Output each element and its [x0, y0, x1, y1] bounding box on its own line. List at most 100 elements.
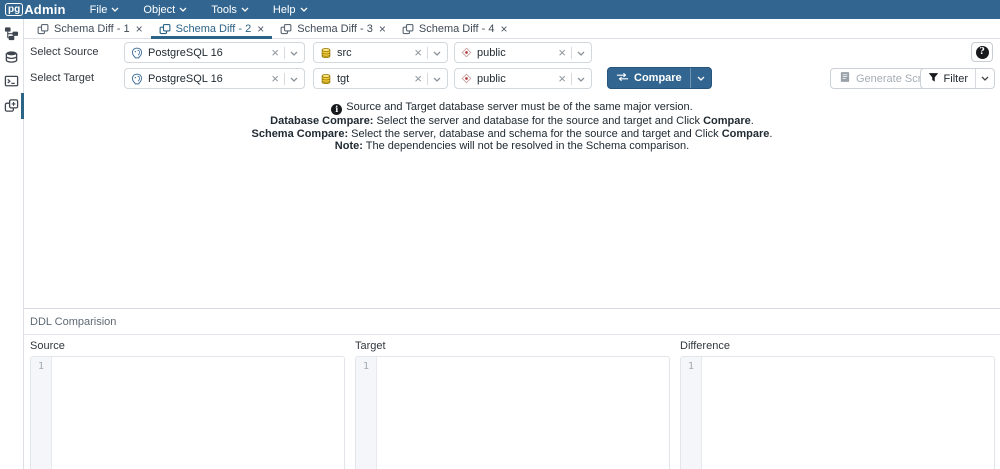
script-icon — [839, 71, 851, 86]
clear-icon[interactable]: × — [558, 46, 566, 59]
database-icon — [320, 47, 332, 59]
pgadmin-logo-pg: pg — [5, 3, 23, 16]
target-schema-select[interactable]: public × — [454, 68, 592, 89]
schema-diff-help-text: iSource and Target database server must … — [24, 101, 1000, 153]
chevron-down-icon[interactable] — [577, 73, 585, 85]
filter-button[interactable]: Filter — [920, 68, 995, 89]
schema-diff-tabbar: Schema Diff - 1 × Schema Diff - 2 × Sche… — [24, 19, 1000, 39]
schema-diff-tab-icon — [280, 23, 292, 35]
tab-schema-diff-1[interactable]: Schema Diff - 1 × — [29, 19, 151, 38]
info-line-3-end: . — [769, 128, 772, 140]
target-database-value: tgt — [337, 73, 409, 85]
divider — [284, 47, 285, 59]
clear-icon[interactable]: × — [414, 72, 422, 85]
ddl-comparison-section: DDL Comparision Source 1 Target 1 — [24, 308, 1000, 469]
info-line-3-bold2: Compare — [722, 128, 770, 140]
menu-object[interactable]: Object — [143, 4, 187, 16]
menu-help[interactable]: Help — [273, 4, 308, 16]
source-server-value: PostgreSQL 16 — [148, 47, 266, 59]
ddl-difference-editor-body[interactable] — [702, 357, 994, 469]
close-icon[interactable]: × — [136, 23, 143, 35]
divider — [284, 73, 285, 85]
chevron-down-icon[interactable] — [691, 76, 711, 81]
ddl-target-editor-body[interactable] — [377, 357, 669, 469]
schema-diff-tab-icon — [159, 23, 171, 35]
source-schema-value: public — [477, 47, 553, 59]
source-schema-select[interactable]: public × — [454, 42, 592, 63]
postgresql-server-icon — [131, 73, 143, 85]
menu-tools[interactable]: Tools — [211, 4, 249, 16]
database-icon — [320, 73, 332, 85]
menu-help-label: Help — [273, 4, 296, 16]
compare-icon — [616, 72, 629, 85]
chevron-down-icon[interactable] — [290, 73, 298, 85]
tab-schema-diff-4[interactable]: Schema Diff - 4 × — [394, 19, 516, 38]
schema-diff-tab-icon — [402, 23, 414, 35]
close-icon[interactable]: × — [257, 23, 264, 35]
divider — [571, 47, 572, 59]
chevron-down-icon[interactable] — [290, 47, 298, 59]
tab-label: Schema Diff - 2 — [176, 23, 252, 35]
menu-object-label: Object — [143, 4, 175, 16]
query-tool-icon[interactable] — [4, 50, 19, 65]
chevron-down-icon — [111, 7, 119, 12]
tab-schema-diff-2[interactable]: Schema Diff - 2 × — [151, 19, 273, 38]
chevron-down-icon[interactable] — [433, 47, 441, 59]
chevron-down-icon[interactable] — [433, 73, 441, 85]
ddl-difference-editor[interactable]: 1 — [680, 356, 995, 469]
clear-icon[interactable]: × — [558, 72, 566, 85]
schema-icon — [461, 47, 472, 58]
chevron-down-icon[interactable] — [976, 76, 994, 81]
menu-file[interactable]: File — [90, 4, 120, 16]
line-number-gutter: 1 — [356, 357, 377, 469]
info-line-2: Database Compare: Select the server and … — [24, 115, 1000, 128]
ddl-source-editor[interactable]: 1 — [30, 356, 345, 469]
source-database-select[interactable]: src × — [313, 42, 448, 63]
ddl-difference-label: Difference — [680, 340, 995, 352]
ddl-source-label: Source — [30, 340, 345, 352]
psql-tool-icon[interactable] — [4, 74, 19, 89]
chevron-down-icon — [179, 7, 187, 12]
info-line-2-bold2: Compare — [703, 115, 751, 127]
close-icon[interactable]: × — [379, 23, 386, 35]
divider — [571, 73, 572, 85]
tab-schema-diff-3[interactable]: Schema Diff - 3 × — [272, 19, 394, 38]
clear-icon[interactable]: × — [271, 72, 279, 85]
object-explorer-icon[interactable] — [4, 26, 19, 41]
line-number-gutter: 1 — [31, 357, 52, 469]
select-source-label: Select Source — [30, 42, 98, 63]
chevron-down-icon — [241, 7, 249, 12]
menu-file-label: File — [90, 4, 108, 16]
filter-button-label: Filter — [944, 73, 968, 85]
select-target-label: Select Target — [30, 68, 94, 89]
app-header: pg Admin File Object Tools Help — [0, 0, 1000, 19]
clear-icon[interactable]: × — [414, 46, 422, 59]
target-server-value: PostgreSQL 16 — [148, 73, 266, 85]
pgadmin-logo: pg Admin — [5, 2, 66, 17]
clear-icon[interactable]: × — [271, 46, 279, 59]
schema-diff-icon[interactable] — [4, 98, 19, 113]
close-icon[interactable]: × — [500, 23, 507, 35]
info-line-1: iSource and Target database server must … — [24, 101, 1000, 115]
info-line-2-end: . — [751, 115, 754, 127]
divider — [427, 47, 428, 59]
chevron-down-icon — [300, 7, 308, 12]
compare-button[interactable]: Compare — [607, 67, 712, 89]
postgresql-server-icon — [131, 47, 143, 59]
ddl-difference-column: Difference 1 — [680, 338, 995, 469]
ddl-target-editor[interactable]: 1 — [355, 356, 670, 469]
source-server-select[interactable]: PostgreSQL 16 × — [124, 42, 305, 63]
target-server-select[interactable]: PostgreSQL 16 × — [124, 68, 305, 89]
ddl-source-editor-body[interactable] — [52, 357, 344, 469]
line-number-gutter: 1 — [681, 357, 702, 469]
ddl-target-column: Target 1 — [355, 338, 670, 469]
ddl-comparison-title: DDL Comparision — [24, 309, 1000, 335]
pgadmin-logo-admin: Admin — [24, 2, 65, 17]
help-button[interactable]: ? — [971, 42, 993, 62]
filter-funnel-icon — [928, 72, 939, 86]
chevron-down-icon[interactable] — [577, 47, 585, 59]
info-line-2-text: Select the server and database for the s… — [373, 115, 703, 127]
target-database-select[interactable]: tgt × — [313, 68, 448, 89]
compare-button-label: Compare — [634, 72, 682, 84]
question-mark-icon: ? — [976, 46, 989, 59]
